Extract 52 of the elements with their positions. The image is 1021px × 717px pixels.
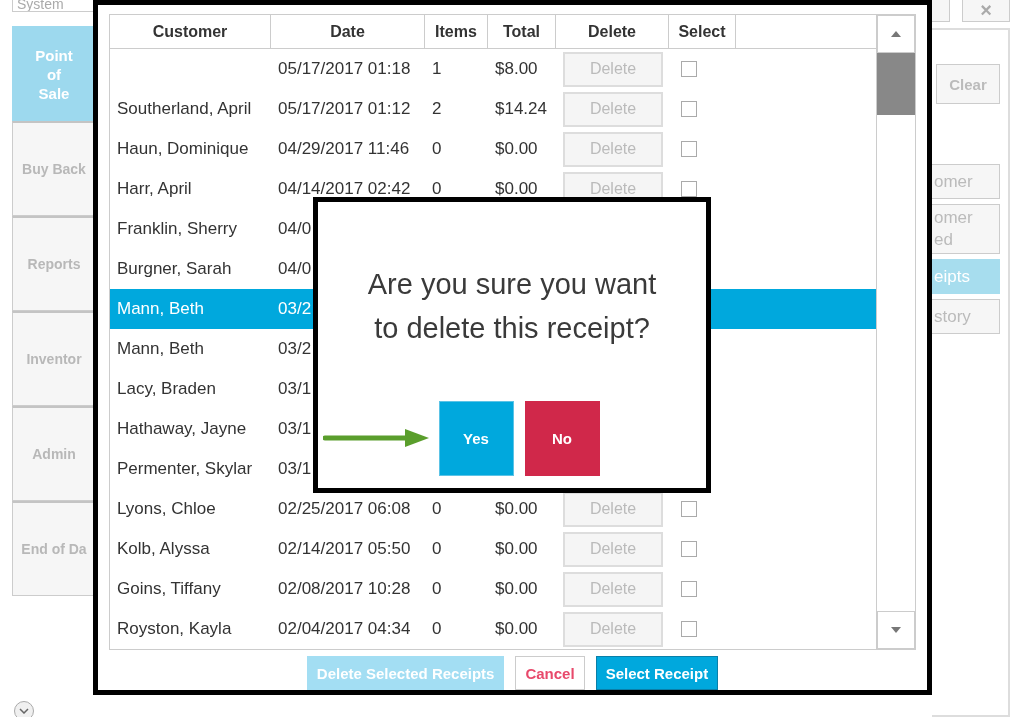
table-cell: 2	[432, 99, 442, 119]
table-cell: 1	[432, 59, 442, 79]
column-header: Items	[425, 15, 488, 48]
table-cell: $0.00	[495, 499, 538, 519]
table-cell: $8.00	[495, 59, 538, 79]
table-cell: $0.00	[495, 619, 538, 639]
table-cell: Hathaway, Jayne	[117, 419, 247, 439]
table-cell: Lyons, Chloe	[117, 499, 216, 519]
table-cell: 04/14/2017 02:42	[278, 179, 411, 199]
table-cell: Goins, Tiffany	[117, 579, 221, 599]
column-header: Customer	[110, 15, 271, 48]
table-cell: Burgner, Sarah	[117, 259, 232, 279]
table-cell: $0.00	[495, 579, 538, 599]
column-header: Date	[271, 15, 425, 48]
table-cell: 0	[432, 499, 442, 519]
table-cell: Permenter, Skylar	[117, 459, 253, 479]
table-cell: Southerland, April	[117, 99, 252, 119]
table-cell: $0.00	[495, 179, 538, 199]
table-cell: 02/04/2017 04:34	[278, 619, 411, 639]
table-cell: 04/0	[278, 259, 312, 279]
table-cell: 0	[432, 539, 442, 559]
table-cell: 03/2	[278, 339, 312, 359]
table-cell: Harr, April	[117, 179, 192, 199]
table-cell: 02/14/2017 05:50	[278, 539, 411, 559]
table-cell: Kolb, Alyssa	[117, 539, 210, 559]
table-cell: 03/2	[278, 299, 312, 319]
table-cell: $14.24	[495, 99, 547, 119]
table-cell: $0.00	[495, 139, 538, 159]
table-cell: 05/17/2017 01:12	[278, 99, 411, 119]
table-cell: 05/17/2017 01:18	[278, 59, 411, 79]
table-cell: 04/0	[278, 219, 312, 239]
table-cell: 02/25/2017 06:08	[278, 499, 411, 519]
confirm-message: Are you sure you want to delete this receipt?	[366, 267, 658, 346]
table-cell: Mann, Beth	[117, 339, 204, 359]
table-cell: Lacy, Braden	[117, 379, 216, 399]
table-cell: Royston, Kayla	[117, 619, 232, 639]
table-cell: 0	[432, 139, 442, 159]
table-cell: 03/1	[278, 379, 312, 399]
table-cell: Franklin, Sherry	[117, 219, 237, 239]
table-cell: 0	[432, 579, 442, 599]
table-cell: Mann, Beth	[117, 299, 204, 319]
table-cell: 02/08/2017 10:28	[278, 579, 411, 599]
column-header: Select	[669, 15, 736, 48]
table-cell: 0	[432, 619, 442, 639]
table-cell: 03/1	[278, 459, 312, 479]
table-cell: 03/1	[278, 419, 312, 439]
table-cell: 04/29/2017 11:46	[278, 139, 410, 159]
table-cell: $0.00	[495, 539, 538, 559]
column-header: Total	[488, 15, 556, 48]
table-cell: Haun, Dominique	[117, 139, 249, 159]
table-cell: 0	[432, 179, 442, 199]
column-header: Delete	[556, 15, 669, 48]
